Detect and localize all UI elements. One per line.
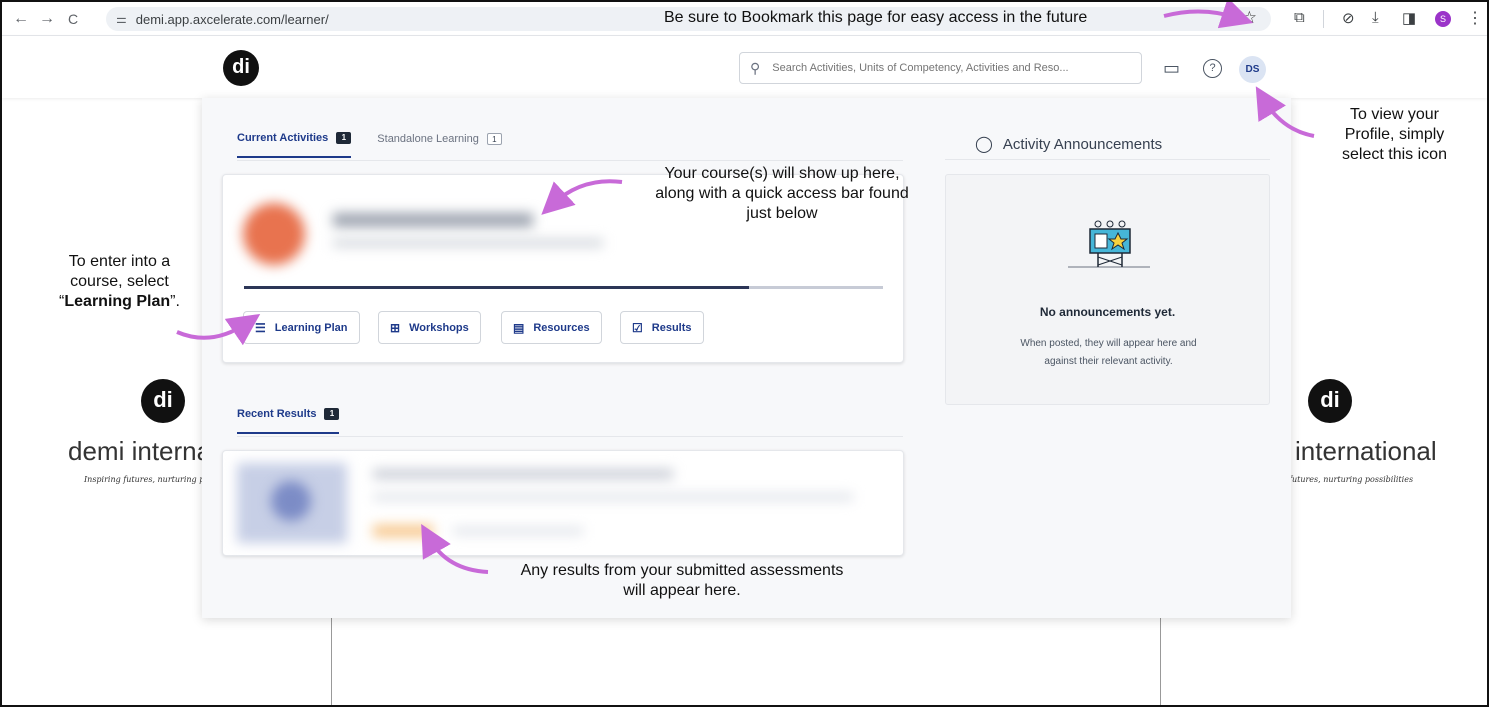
learning-plan-arrow [176, 313, 261, 346]
bookmark-arrow [1163, 2, 1254, 29]
screenshot-frame: di demi interna Inspiring futures, nurtu… [0, 0, 1489, 707]
annotation-arrows [176, 2, 1315, 574]
course-arrow [541, 179, 623, 215]
results-arrow [421, 524, 489, 574]
profile-arrow [1255, 86, 1315, 138]
